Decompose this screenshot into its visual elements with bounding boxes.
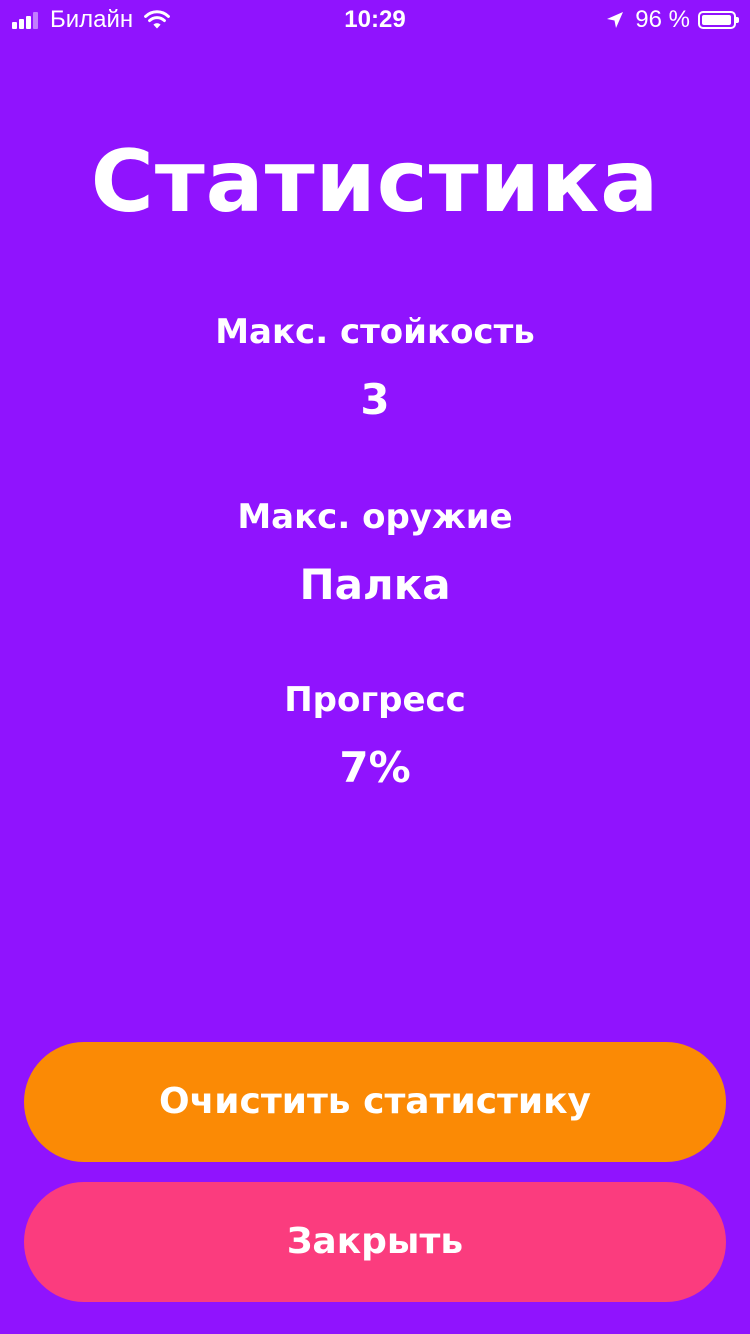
stat-value: Палка	[299, 560, 451, 609]
stat-label: Макс. оружие	[237, 497, 513, 537]
carrier-name: Билайн	[50, 6, 134, 33]
stat-label: Макс. стойкость	[215, 312, 535, 352]
status-bar-left: Билайн	[12, 6, 171, 34]
battery-percentage: 96 %	[635, 6, 690, 33]
battery-tip	[736, 17, 739, 23]
status-bar-right: 96 %	[605, 6, 739, 34]
stat-max-endurance: Макс. стойкость 3	[0, 312, 750, 424]
wifi-icon	[144, 10, 171, 29]
stat-value: 3	[360, 375, 390, 424]
location-arrow-icon	[607, 12, 624, 28]
signal-icon	[12, 11, 40, 29]
stat-value: 7%	[339, 743, 411, 792]
page-title: Статистика	[90, 132, 660, 232]
battery-icon	[698, 11, 739, 29]
status-bar: Билайн 10:29 96 %	[0, 0, 750, 40]
close-button[interactable]: Закрыть	[24, 1182, 726, 1302]
clear-statistics-button[interactable]: Очистить статистику	[24, 1042, 726, 1162]
stat-progress: Прогресс 7%	[0, 680, 750, 792]
stat-label: Прогресс	[284, 680, 466, 720]
stat-max-weapon: Макс. оружие Палка	[0, 497, 750, 609]
battery-level-fill	[702, 15, 731, 25]
